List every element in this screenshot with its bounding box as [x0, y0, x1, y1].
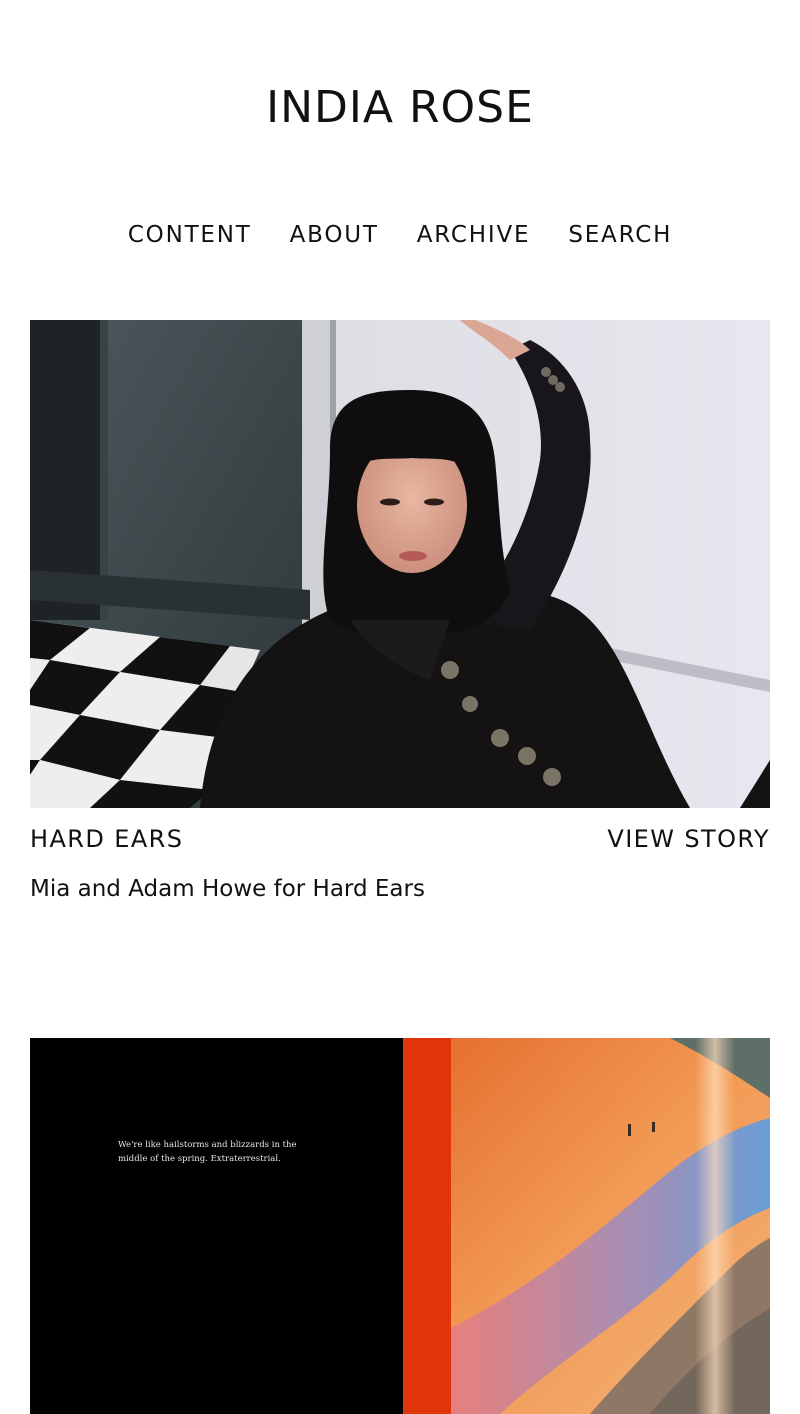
story-photo[interactable] [30, 320, 770, 808]
nav-item-archive[interactable]: ARCHIVE [417, 220, 531, 250]
view-story-link[interactable]: VIEW STORY [607, 824, 770, 854]
story-title[interactable]: HARD EARS [30, 824, 183, 854]
story-card-hard-ears: HARD EARS VIEW STORY Mia and Adam Howe f… [30, 320, 770, 904]
nav-item-about[interactable]: ABOUT [290, 220, 379, 250]
nav-item-search[interactable]: SEARCH [568, 220, 672, 250]
site-title[interactable]: INDIA ROSE [0, 82, 800, 134]
story-photo[interactable]: We're like hailstorms and blizzards in t… [30, 1038, 770, 1414]
photo-quote-text: We're like hailstorms and blizzards in t… [118, 1140, 297, 1164]
main-nav: CONTENT ABOUT ARCHIVE SEARCH [0, 220, 800, 250]
story-card-second: We're like hailstorms and blizzards in t… [30, 1038, 770, 1414]
nav-item-content[interactable]: CONTENT [128, 220, 252, 250]
story-caption: Mia and Adam Howe for Hard Ears [30, 876, 425, 902]
story-meta-row: HARD EARS VIEW STORY [30, 824, 770, 854]
